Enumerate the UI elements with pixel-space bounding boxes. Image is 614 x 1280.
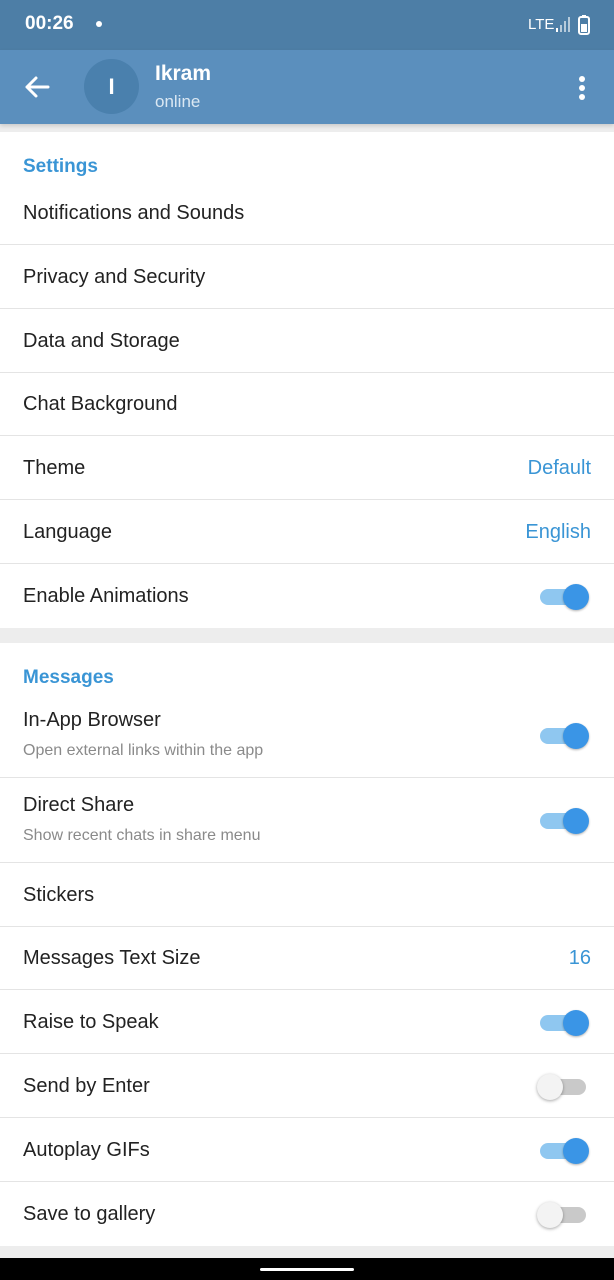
raise-to-speak-row[interactable]: Raise to Speak [0, 990, 614, 1054]
toggle-thumb [537, 1202, 563, 1228]
row-label: Language [23, 521, 112, 543]
theme-row[interactable]: Theme Default [0, 436, 614, 500]
messages-section-header: Messages [23, 667, 114, 688]
raise-to-speak-toggle[interactable] [540, 1008, 590, 1036]
more-vertical-icon[interactable] [566, 68, 598, 108]
status-time: 00:26 [25, 13, 74, 34]
row-label: Save to gallery [23, 1203, 156, 1225]
system-nav-bar [0, 1258, 614, 1280]
in-app-browser-row[interactable]: In-App Browser Open external links withi… [0, 693, 614, 778]
data-and-storage-row[interactable]: Data and Storage [0, 309, 614, 373]
avatar[interactable]: I [84, 59, 139, 114]
row-label: Autoplay GIFs [23, 1139, 150, 1161]
row-label: Enable Animations [23, 585, 189, 607]
toggle-thumb [563, 723, 589, 749]
direct-share-row[interactable]: Direct Share Show recent chats in share … [0, 778, 614, 863]
status-bar: 00:26 LTE [0, 0, 614, 50]
toggle-thumb [563, 1010, 589, 1036]
stickers-row[interactable]: Stickers [0, 863, 614, 927]
row-label: Raise to Speak [23, 1011, 159, 1033]
direct-share-toggle[interactable] [540, 806, 590, 834]
chat-background-row[interactable]: Chat Background [0, 373, 614, 436]
autoplay-gifs-toggle[interactable] [540, 1136, 590, 1164]
app-bar: I Ikram online [0, 50, 614, 124]
row-label: Theme [23, 457, 86, 479]
language-row[interactable]: Language English [0, 500, 614, 564]
row-label: Privacy and Security [23, 266, 206, 288]
row-sublabel: Show recent chats in share menu [23, 827, 261, 844]
theme-value: Default [527, 457, 591, 479]
toggle-thumb [537, 1074, 563, 1100]
save-to-gallery-row[interactable]: Save to gallery [0, 1182, 614, 1246]
messages-text-size-row[interactable]: Messages Text Size 16 [0, 927, 614, 990]
privacy-and-security-row[interactable]: Privacy and Security [0, 245, 614, 309]
row-label: Direct Share [23, 794, 135, 816]
profile-name: Ikram [155, 62, 212, 85]
row-label: In-App Browser [23, 709, 161, 731]
send-by-enter-row[interactable]: Send by Enter [0, 1054, 614, 1118]
enable-animations-row[interactable]: Enable Animations [0, 564, 614, 628]
in-app-browser-toggle[interactable] [540, 721, 590, 749]
row-label: Notifications and Sounds [23, 202, 245, 224]
toggle-thumb [563, 1138, 589, 1164]
send-by-enter-toggle[interactable] [537, 1072, 590, 1100]
row-label: Data and Storage [23, 330, 180, 352]
signal-icon [556, 17, 570, 32]
notifications-and-sounds-row[interactable]: Notifications and Sounds [0, 182, 614, 245]
settings-section-header: Settings [23, 156, 98, 177]
autoplay-gifs-row[interactable]: Autoplay GIFs [0, 1118, 614, 1182]
save-to-gallery-toggle[interactable] [537, 1200, 590, 1228]
row-label: Stickers [23, 884, 95, 906]
row-label: Messages Text Size [23, 947, 201, 969]
notification-dot-icon [96, 21, 102, 27]
profile-status: online [155, 92, 201, 111]
messages-section: Messages In-App Browser Open external li… [0, 643, 614, 1246]
network-type: LTE [528, 16, 555, 33]
text-size-value: 16 [568, 947, 591, 969]
row-sublabel: Open external links within the app [23, 742, 264, 759]
enable-animations-toggle[interactable] [540, 582, 590, 610]
home-indicator[interactable] [260, 1268, 354, 1271]
language-value: English [525, 521, 591, 543]
back-arrow-icon[interactable] [14, 64, 60, 110]
battery-icon [578, 15, 590, 35]
row-label: Send by Enter [23, 1075, 150, 1097]
toggle-thumb [563, 808, 589, 834]
toggle-thumb [563, 584, 589, 610]
row-label: Chat Background [23, 393, 178, 415]
settings-section: Settings Notifications and Sounds Privac… [0, 132, 614, 628]
